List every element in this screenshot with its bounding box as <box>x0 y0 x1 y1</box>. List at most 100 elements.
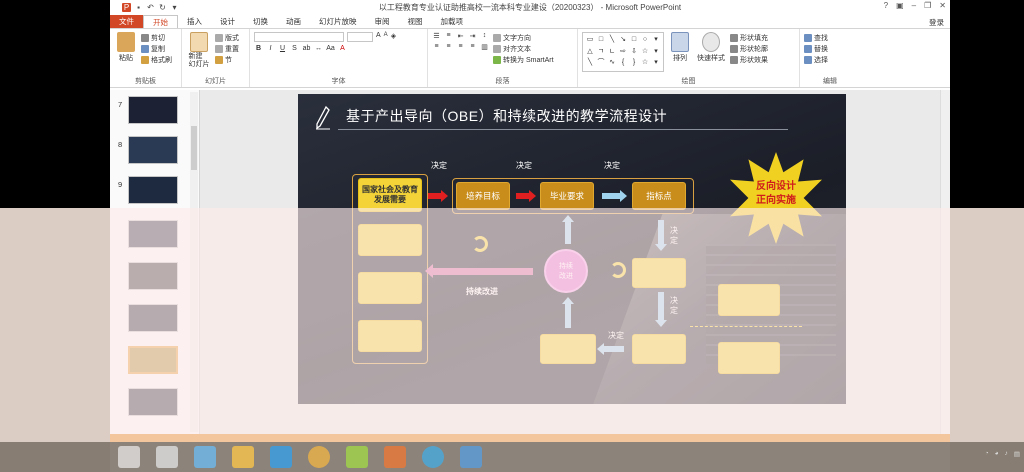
help-icon[interactable]: ? <box>884 1 888 10</box>
strikethrough-icon[interactable]: ab <box>302 45 311 52</box>
shape-oval-icon[interactable]: ○ <box>640 35 650 46</box>
starburst-text[interactable]: 反向设计 正向实施 <box>738 180 814 208</box>
volume-icon[interactable]: ♪ <box>1005 450 1008 458</box>
flow-box-right-2[interactable] <box>632 334 686 364</box>
training-goal-box[interactable]: 培养目标 <box>456 182 510 210</box>
left-box-4[interactable] <box>358 320 422 352</box>
shrink-font-icon[interactable]: A <box>384 32 388 42</box>
restore-icon[interactable]: ❐ <box>924 1 931 10</box>
copy-button[interactable]: 复制 <box>141 43 172 54</box>
shape-elbow2-icon[interactable]: ㄴ <box>607 47 617 58</box>
shape-brace-icon[interactable]: { <box>618 58 628 69</box>
current-slide[interactable]: 基于产出导向（OBE）和持续改进的教学流程设计 决定 决定 决定 国家社会及教育… <box>298 94 846 404</box>
quick-styles-button[interactable]: 快速样式 <box>696 32 726 72</box>
side-box-2[interactable] <box>718 342 780 374</box>
tab-home[interactable]: 开始 <box>143 15 178 28</box>
shape-rect2-icon[interactable]: □ <box>629 35 639 46</box>
shape-curve-icon[interactable]: ╲ <box>585 58 595 69</box>
tab-insert[interactable]: 插入 <box>178 15 211 28</box>
font-name-combo[interactable] <box>254 32 344 42</box>
tray-icon[interactable]: ◕ <box>995 450 999 458</box>
thumbnail-item[interactable]: 7 <box>110 94 200 126</box>
thumbnail-item[interactable] <box>110 344 200 376</box>
shape-rect-icon[interactable]: □ <box>596 35 606 46</box>
shape-elbow-icon[interactable]: ㄱ <box>596 47 606 58</box>
close-icon[interactable]: ✕ <box>939 1 946 10</box>
ie-icon[interactable] <box>270 446 292 468</box>
slide-thumbnail[interactable] <box>128 96 178 124</box>
scroll-thumb[interactable] <box>191 126 197 170</box>
powerpoint-icon[interactable] <box>384 446 406 468</box>
ribbon-display-icon[interactable]: ▣ <box>896 1 904 10</box>
bullets-icon[interactable]: ☰ <box>432 32 441 40</box>
shape-textbox-icon[interactable]: ▭ <box>585 35 595 46</box>
home-icon[interactable] <box>156 446 178 468</box>
slide-title[interactable]: 基于产出导向（OBE）和持续改进的教学流程设计 <box>346 106 667 126</box>
shape-line-icon[interactable]: ╲ <box>607 35 617 46</box>
char-spacing-icon[interactable]: ↔ <box>314 45 323 52</box>
slide-thumbnail[interactable] <box>128 262 178 290</box>
align-left-icon[interactable]: ≡ <box>432 43 441 51</box>
font-color-icon[interactable]: A <box>338 45 347 52</box>
numbering-icon[interactable]: ≡ <box>444 32 453 40</box>
thumbnail-item[interactable] <box>110 386 200 418</box>
shadow-icon[interactable]: S <box>290 45 299 52</box>
section-button[interactable]: 节 <box>215 54 239 65</box>
chrome-icon[interactable] <box>308 446 330 468</box>
slide-thumbnail[interactable] <box>128 346 178 374</box>
justify-icon[interactable]: ≡ <box>468 43 477 51</box>
tab-transitions[interactable]: 切换 <box>244 15 277 28</box>
app3-icon[interactable] <box>422 446 444 468</box>
continuous-improvement-circle[interactable]: 持续 改进 <box>544 249 588 293</box>
shape-tri-icon[interactable]: △ <box>585 47 595 58</box>
text-direction-button[interactable]: 文字方向 <box>493 32 554 43</box>
layout-button[interactable]: 版式 <box>215 32 239 43</box>
shape-gallery-more-icon[interactable]: ▾ <box>651 58 661 69</box>
network-icon[interactable]: ▤ <box>1014 450 1020 458</box>
tray-icon[interactable]: ◔ <box>985 450 989 458</box>
start-button[interactable] <box>118 446 140 468</box>
flow-box-bottom[interactable] <box>540 334 596 364</box>
slide-thumbnail[interactable] <box>128 176 178 204</box>
bold-icon[interactable]: B <box>254 45 263 52</box>
slide-thumbnail[interactable] <box>128 220 178 248</box>
tab-design[interactable]: 设计 <box>211 15 244 28</box>
columns-icon[interactable]: ▥ <box>480 43 489 51</box>
login-link[interactable]: 登录 <box>929 17 950 28</box>
browser-icon[interactable] <box>194 446 216 468</box>
clear-format-icon[interactable]: ◈ <box>391 32 396 42</box>
align-center-icon[interactable]: ≡ <box>444 43 453 51</box>
shape-effects-button[interactable]: 形状效果 <box>730 54 768 65</box>
shape-star2-icon[interactable]: ☆ <box>640 58 650 69</box>
shape-more2-icon[interactable]: ▾ <box>651 47 661 58</box>
shape-more-icon[interactable]: ▾ <box>651 35 661 46</box>
new-slide-button[interactable]: 新建 幻灯片 <box>186 32 212 69</box>
thumbnail-scrollbar[interactable] <box>190 92 198 432</box>
slide-thumbnail[interactable] <box>128 136 178 164</box>
smartart-button[interactable]: 转换为 SmartArt <box>493 54 554 65</box>
graduation-requirement-box[interactable]: 毕业要求 <box>540 182 594 210</box>
minimize-icon[interactable]: – <box>912 1 916 10</box>
shape-darrow2-icon[interactable]: ⇩ <box>629 47 639 58</box>
shape-brace2-icon[interactable]: } <box>629 58 639 69</box>
thumbnail-item[interactable]: 9 <box>110 174 200 206</box>
line-spacing-icon[interactable]: ↕ <box>480 32 489 40</box>
tab-animations[interactable]: 动画 <box>277 15 310 28</box>
align-text-button[interactable]: 对齐文本 <box>493 43 554 54</box>
format-painter-button[interactable]: 格式刷 <box>141 54 172 65</box>
indicator-box[interactable]: 指标点 <box>632 182 686 210</box>
increase-indent-icon[interactable]: ⇥ <box>468 32 477 40</box>
select-button[interactable]: 选择 <box>804 54 856 65</box>
underline-icon[interactable]: U <box>278 45 287 52</box>
thumbnail-item[interactable] <box>110 260 200 292</box>
app2-icon[interactable] <box>346 446 368 468</box>
italic-icon[interactable]: I <box>266 45 275 52</box>
find-button[interactable]: 查找 <box>804 32 856 43</box>
align-right-icon[interactable]: ≡ <box>456 43 465 51</box>
shape-wave-icon[interactable]: ∿ <box>607 58 617 69</box>
grow-font-icon[interactable]: A <box>376 32 381 42</box>
side-box-1[interactable] <box>718 284 780 316</box>
change-case-icon[interactable]: Aa <box>326 45 335 52</box>
flow-box-right-1[interactable] <box>632 258 686 288</box>
thumbnail-item[interactable] <box>110 218 200 250</box>
